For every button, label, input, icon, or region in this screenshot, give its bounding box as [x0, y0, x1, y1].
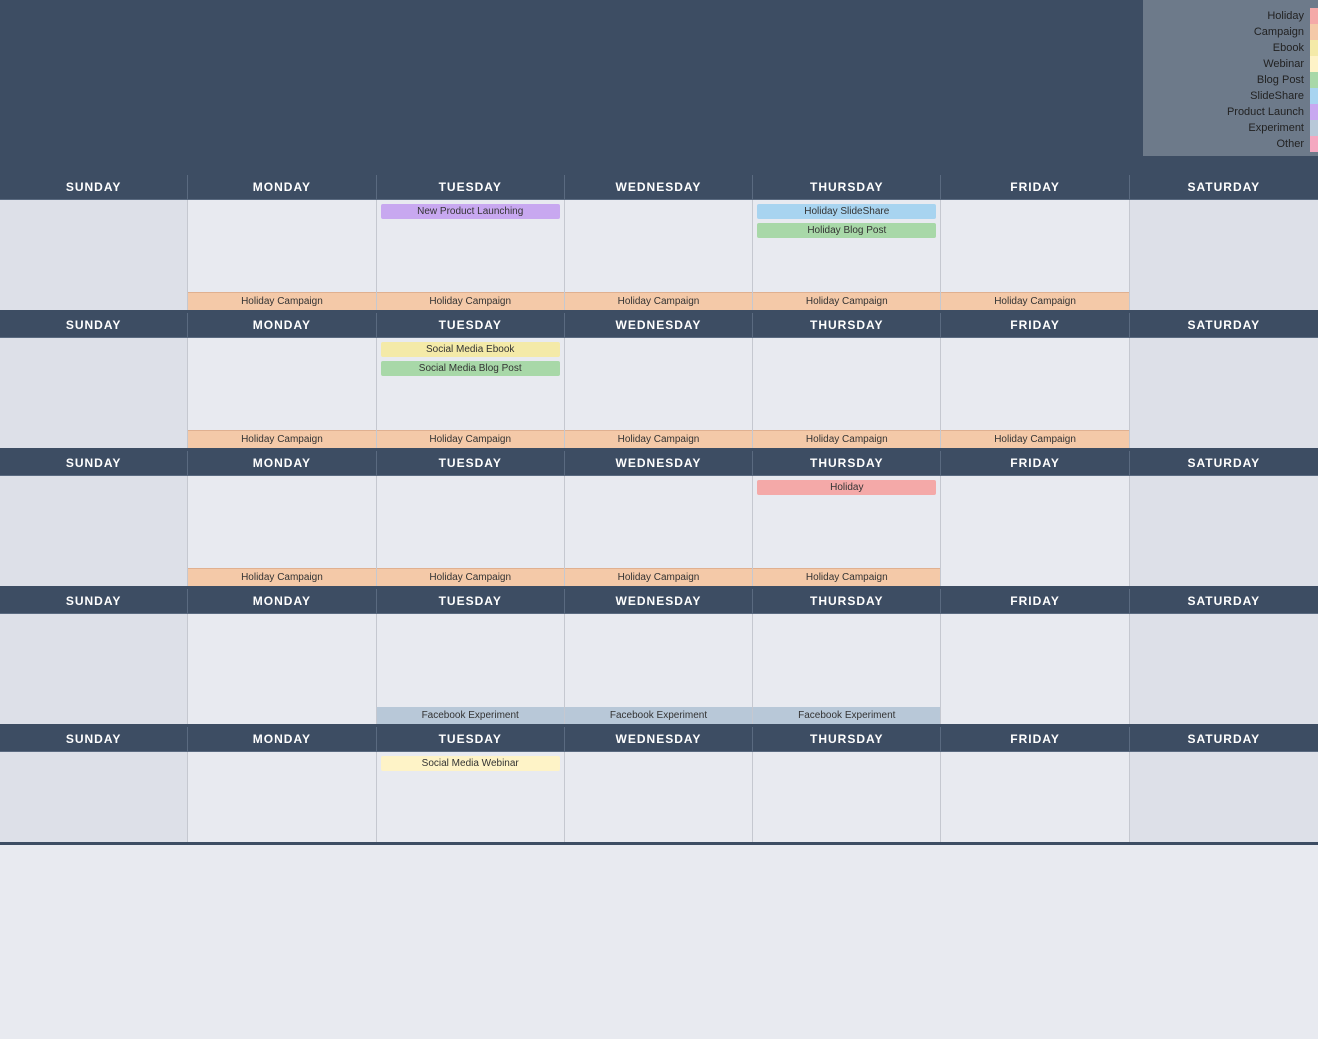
w2-wednesday: Holiday Campaign [565, 338, 753, 448]
event-holiday-blogpost: Holiday Blog Post [757, 223, 936, 238]
w4-wednesday: Facebook Experiment [565, 614, 753, 724]
w3-friday [941, 476, 1129, 586]
w1-thursday: Holiday SlideShare Holiday Blog Post Hol… [753, 200, 941, 310]
w1-monday: Holiday Campaign [188, 200, 376, 310]
w3-saturday [1130, 476, 1318, 586]
event-social-ebook: Social Media Ebook [381, 342, 560, 357]
key-item-webinar: Webinar [1143, 56, 1318, 72]
w2-thursday: Holiday Campaign [753, 338, 941, 448]
week4-grid: Facebook Experiment Facebook Experiment … [0, 614, 1318, 727]
w5-tuesday: Social Media Webinar [377, 752, 565, 842]
sunday-header: SUNDAY [0, 175, 188, 199]
key-item-slideshare: SlideShare [1143, 88, 1318, 104]
w5-saturday [1130, 752, 1318, 842]
w3-wednesday: Holiday Campaign [565, 476, 753, 586]
key-item-experiment: Experiment [1143, 120, 1318, 136]
friday-header: FRIDAY [941, 175, 1129, 199]
key-item-blog-post: Blog Post [1143, 72, 1318, 88]
w4-sunday [0, 614, 188, 724]
week1-headers: SUNDAY MONDAY TUESDAY WEDNESDAY THURSDAY… [0, 175, 1318, 200]
calendar: SUNDAY MONDAY TUESDAY WEDNESDAY THURSDAY… [0, 175, 1318, 845]
w1-monday-footer: Holiday Campaign [188, 292, 375, 310]
w2-saturday [1130, 338, 1318, 448]
key-item-other: Other [1143, 136, 1318, 152]
week5-grid: Social Media Webinar [0, 752, 1318, 845]
w2-tuesday: Social Media Ebook Social Media Blog Pos… [377, 338, 565, 448]
thursday-header: THURSDAY [753, 175, 941, 199]
w1-thursday-footer: Holiday Campaign [753, 292, 940, 310]
w3-tuesday: Holiday Campaign [377, 476, 565, 586]
key-panel: HolidayCampaignEbookWebinarBlog PostSlid… [1143, 0, 1318, 156]
w1-friday: Holiday Campaign [941, 200, 1129, 310]
w5-thursday [753, 752, 941, 842]
week3-headers: SUNDAY MONDAY TUESDAY WEDNESDAY THURSDAY… [0, 451, 1318, 476]
week5-headers: SUNDAY MONDAY TUESDAY WEDNESDAY THURSDAY… [0, 727, 1318, 752]
w4-thursday-footer: Facebook Experiment [753, 707, 940, 724]
w1-tuesday: New Product Launching Holiday Campaign [377, 200, 565, 310]
week1-grid: Holiday Campaign New Product Launching H… [0, 200, 1318, 313]
w2-sunday [0, 338, 188, 448]
w4-tuesday-footer: Facebook Experiment [377, 707, 564, 724]
w3-thursday: Holiday Holiday Campaign [753, 476, 941, 586]
key-item-campaign: Campaign [1143, 24, 1318, 40]
w5-sunday [0, 752, 188, 842]
week2-headers: SUNDAY MONDAY TUESDAY WEDNESDAY THURSDAY… [0, 313, 1318, 338]
w1-wednesday-footer: Holiday Campaign [565, 292, 752, 310]
week4-headers: SUNDAY MONDAY TUESDAY WEDNESDAY THURSDAY… [0, 589, 1318, 614]
event-holiday-slideshare: Holiday SlideShare [757, 204, 936, 219]
w3-sunday [0, 476, 188, 586]
key-item-product-launch: Product Launch [1143, 104, 1318, 120]
event-social-blogpost: Social Media Blog Post [381, 361, 560, 376]
wednesday-header: WEDNESDAY [565, 175, 753, 199]
header: HolidayCampaignEbookWebinarBlog PostSlid… [0, 0, 1318, 175]
w5-friday [941, 752, 1129, 842]
key-items: HolidayCampaignEbookWebinarBlog PostSlid… [1143, 8, 1318, 152]
main-container: HolidayCampaignEbookWebinarBlog PostSlid… [0, 0, 1318, 1039]
saturday-header: SATURDAY [1130, 175, 1318, 199]
w5-wednesday [565, 752, 753, 842]
w4-wednesday-footer: Facebook Experiment [565, 707, 752, 724]
event-holiday: Holiday [757, 480, 936, 495]
key-item-holiday: Holiday [1143, 8, 1318, 24]
w4-friday [941, 614, 1129, 724]
w3-monday: Holiday Campaign [188, 476, 376, 586]
monday-header: MONDAY [188, 175, 376, 199]
w1-wednesday: Holiday Campaign [565, 200, 753, 310]
event-new-product: New Product Launching [381, 204, 560, 219]
w2-monday: Holiday Campaign [188, 338, 376, 448]
w4-tuesday: Facebook Experiment [377, 614, 565, 724]
tuesday-header: TUESDAY [377, 175, 565, 199]
w1-friday-footer: Holiday Campaign [941, 292, 1128, 310]
week3-grid: Holiday Campaign Holiday Campaign Holida… [0, 476, 1318, 589]
w4-thursday: Facebook Experiment [753, 614, 941, 724]
w1-sunday [0, 200, 188, 310]
w4-monday [188, 614, 376, 724]
week2-grid: Holiday Campaign Social Media Ebook Soci… [0, 338, 1318, 451]
w4-saturday [1130, 614, 1318, 724]
event-social-webinar: Social Media Webinar [381, 756, 560, 771]
key-item-ebook: Ebook [1143, 40, 1318, 56]
w2-friday: Holiday Campaign [941, 338, 1129, 448]
w1-tuesday-footer: Holiday Campaign [377, 292, 564, 310]
w5-monday [188, 752, 376, 842]
w1-saturday [1130, 200, 1318, 310]
